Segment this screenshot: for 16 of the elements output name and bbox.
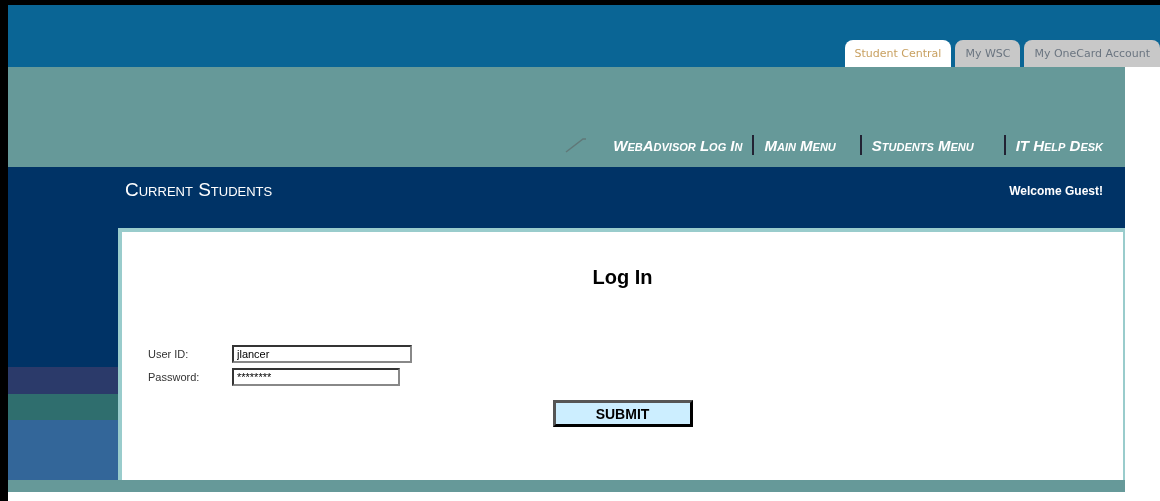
- nav-link[interactable]: Students Menu: [861, 136, 984, 154]
- submit-button[interactable]: SUBMIT: [552, 400, 693, 427]
- login-title: Log In: [591, 266, 654, 289]
- site-tab[interactable]: My OneCard Account: [1024, 40, 1160, 67]
- nav-link[interactable]: WebAdvisor Log In: [603, 136, 753, 154]
- site-tab[interactable]: My WSC: [955, 40, 1021, 67]
- input-field[interactable]: jlancer: [232, 345, 412, 363]
- nav-link[interactable]: Main Menu: [754, 136, 846, 154]
- input-field[interactable]: ********: [232, 368, 400, 386]
- slash-icon: [565, 137, 588, 153]
- site-tab[interactable]: Student Central: [844, 40, 952, 67]
- field-label: Password:: [148, 371, 201, 383]
- section-title: Current Students: [125, 179, 273, 201]
- nav-link[interactable]: IT Help Desk: [1005, 136, 1113, 154]
- field-label: User ID:: [148, 348, 190, 360]
- welcome-text: Welcome Guest!: [1009, 183, 1103, 198]
